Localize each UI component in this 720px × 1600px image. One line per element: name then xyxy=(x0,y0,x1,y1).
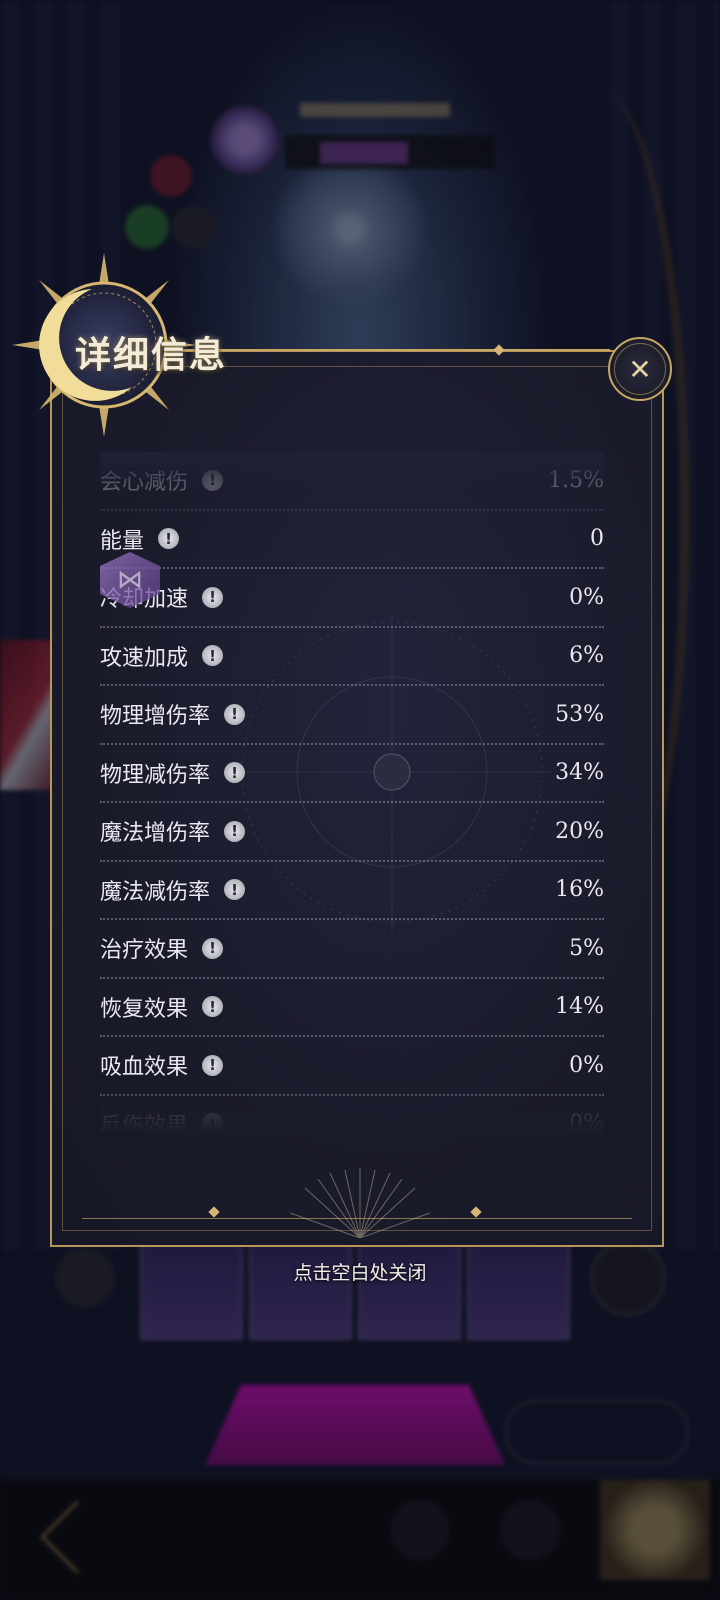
stat-row: 冷却加速! 0% xyxy=(100,569,604,628)
stat-label: 会心减伤 xyxy=(100,470,189,496)
close-button[interactable]: ✕ xyxy=(608,337,672,401)
stat-label: 物理增伤率 xyxy=(100,704,211,730)
stat-row: 魔法减伤率! 16% xyxy=(100,862,604,920)
stat-row: 攻速加成! 6% xyxy=(100,628,604,686)
info-icon[interactable]: ! xyxy=(224,762,246,784)
stat-value: 0 xyxy=(590,526,604,552)
stat-row: 物理增伤率! 53% xyxy=(100,686,604,745)
stat-value: 20% xyxy=(555,818,604,844)
info-icon[interactable]: ! xyxy=(224,820,246,842)
info-icon[interactable]: ! xyxy=(202,586,224,608)
close-hint-text: 点击空白处关闭 xyxy=(293,1262,427,1284)
stat-value: 6% xyxy=(569,643,604,669)
panel-title: 详细信息 xyxy=(75,334,228,376)
stat-row: 魔法增伤率! 20% xyxy=(100,803,604,862)
stat-row: 会心减伤! 1.5% xyxy=(100,452,604,511)
stat-label: 魔法增伤率 xyxy=(100,821,211,847)
info-icon[interactable]: ! xyxy=(202,469,224,491)
stat-value: 53% xyxy=(555,701,604,727)
stat-label: 恢复效果 xyxy=(100,996,189,1022)
stat-value: 5% xyxy=(569,935,604,961)
info-icon[interactable]: ! xyxy=(202,1054,224,1076)
stat-value: 0% xyxy=(569,1052,604,1078)
stat-value: 0% xyxy=(569,584,604,610)
info-icon[interactable]: ! xyxy=(224,879,246,901)
info-icon[interactable]: ! xyxy=(158,528,180,550)
stat-value: 0% xyxy=(569,1111,604,1132)
stat-value: 34% xyxy=(555,760,604,786)
stat-row: 能量! 0 xyxy=(100,511,604,569)
stat-value: 1.5% xyxy=(548,467,604,493)
stat-label: 反伤效果 xyxy=(100,1113,189,1132)
info-icon[interactable]: ! xyxy=(224,703,246,725)
stats-list[interactable]: 会心减伤! 1.5% 能量! 0 冷却加速! 0% 攻速加成! 6% 物理增伤率… xyxy=(100,452,604,1132)
stat-row: 物理减伤率! 34% xyxy=(100,745,604,803)
stat-value: 14% xyxy=(555,994,604,1020)
stat-label: 治疗效果 xyxy=(100,938,189,964)
stat-row: 恢复效果! 14% xyxy=(100,979,604,1037)
stat-label: 物理减伤率 xyxy=(100,762,211,788)
info-icon[interactable]: ! xyxy=(202,1113,224,1132)
stat-label: 攻速加成 xyxy=(100,645,189,671)
stat-row: 反伤效果! 0% xyxy=(100,1096,604,1132)
stat-value: 16% xyxy=(555,877,604,903)
close-icon: ✕ xyxy=(614,343,666,395)
stat-row: 吸血效果! 0% xyxy=(100,1037,604,1096)
info-icon[interactable]: ! xyxy=(202,996,224,1018)
info-icon[interactable]: ! xyxy=(202,645,224,667)
stat-label: 能量 xyxy=(100,528,145,554)
stat-row: 治疗效果! 5% xyxy=(100,920,604,979)
sunburst-ornament-icon xyxy=(290,1168,430,1238)
stat-label: 魔法减伤率 xyxy=(100,879,211,905)
stat-label: 吸血效果 xyxy=(100,1055,189,1081)
info-icon[interactable]: ! xyxy=(202,937,224,959)
